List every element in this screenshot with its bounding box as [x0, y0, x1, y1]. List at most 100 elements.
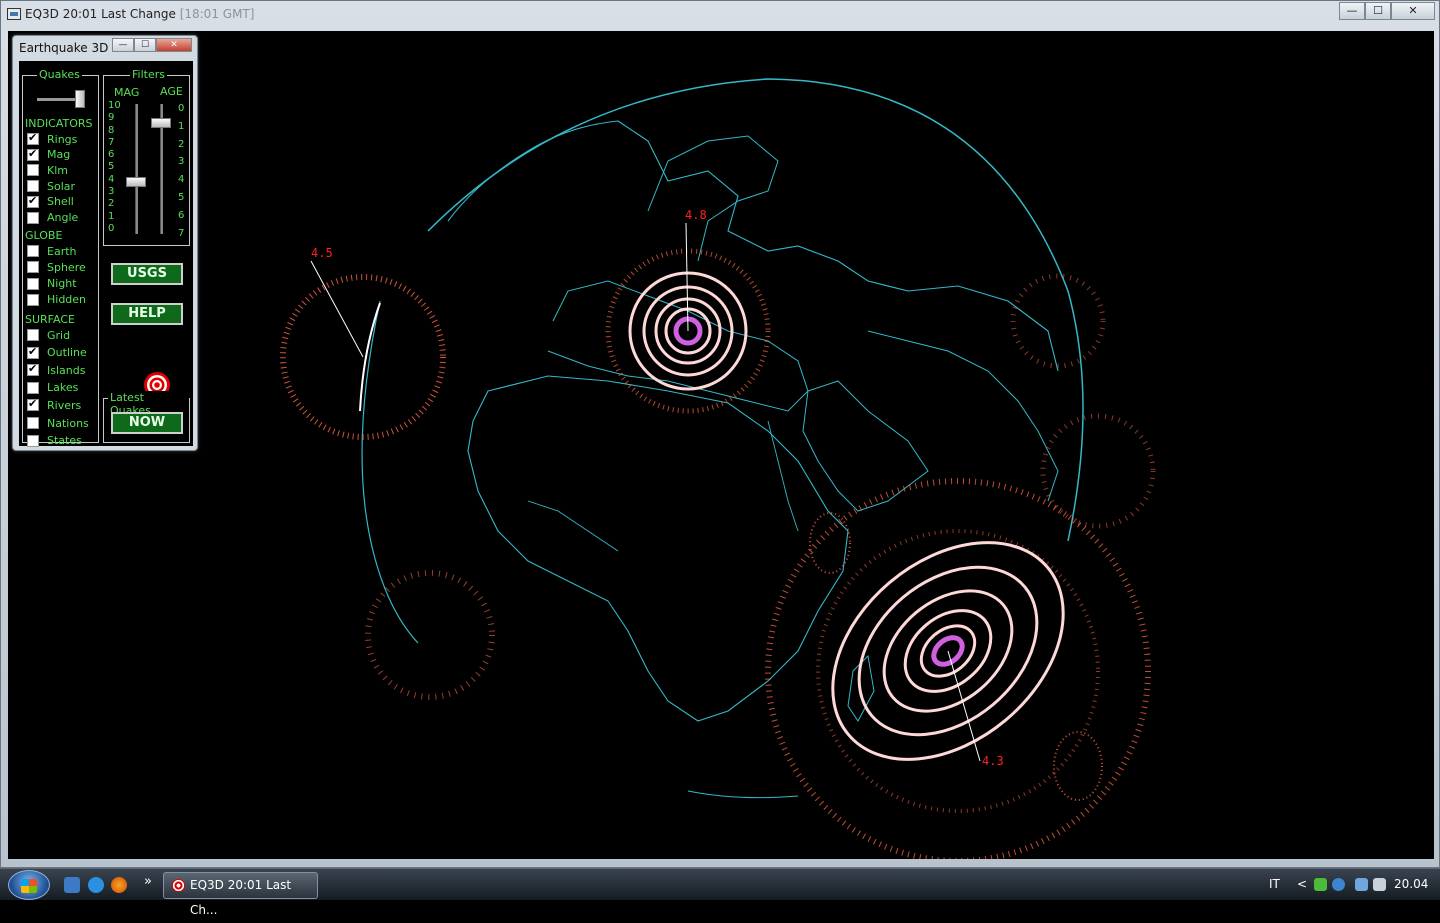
help-button[interactable]: HELP: [111, 303, 183, 325]
eq3d-task-icon: [172, 879, 185, 892]
age-scale-tick: 0: [178, 103, 185, 114]
shell-side-east: [1053, 731, 1103, 801]
taskbar-button-eq3d[interactable]: EQ3D 20:01 Last Ch...: [163, 872, 318, 917]
quakes-slider-thumb[interactable]: [75, 90, 86, 108]
indicator-klm-checkbox[interactable]: [27, 164, 39, 177]
quakes-group-label: Quakes: [37, 68, 82, 81]
globe-night-row[interactable]: Night: [27, 277, 77, 291]
globe-limb-west: [361, 300, 419, 644]
show-desktop-icon[interactable]: [64, 877, 80, 893]
firefox-icon[interactable]: [111, 877, 127, 893]
age-scale-tick: 6: [178, 209, 185, 221]
surface-states-checkbox[interactable]: [27, 434, 39, 447]
surface-states-row[interactable]: States: [27, 434, 82, 448]
mag-label-europe: 4.8: [685, 208, 707, 222]
coastline-europe: [447, 120, 1059, 372]
globe-viewport[interactable]: 4.8 4.5 4.3: [8, 31, 1434, 859]
panel-minimize-button[interactable]: —: [112, 38, 134, 52]
surface-rivers-label: Rivers: [47, 398, 82, 412]
taskbar: » EQ3D 20:01 Last Ch... IT < 20.04: [0, 868, 1440, 917]
panel-close-button[interactable]: ✕: [156, 38, 192, 52]
mag-scale-tick: 9: [108, 112, 115, 124]
indicator-solar-label: Solar: [47, 179, 76, 193]
globe-night-checkbox[interactable]: [27, 277, 39, 290]
surface-outline-checkbox[interactable]: [27, 345, 39, 359]
indicator-solar-row[interactable]: Solar: [27, 179, 75, 193]
close-button[interactable]: ✕: [1391, 2, 1435, 20]
mag-scale-tick: 3: [108, 186, 115, 198]
globe-hidden-checkbox[interactable]: [27, 293, 39, 306]
globe-sphere-checkbox[interactable]: [27, 261, 39, 274]
surface-rivers-row[interactable]: Rivers: [27, 397, 82, 412]
windows-logo-icon: [21, 879, 37, 893]
panel-caption-buttons: — ☐ ✕: [112, 38, 192, 52]
update-tray-icon[interactable]: [1332, 878, 1345, 891]
minimize-button[interactable]: —: [1339, 2, 1365, 20]
age-scale-tick: 3: [178, 156, 185, 168]
indicator-angle-row[interactable]: Angle: [27, 211, 78, 225]
indicator-rings-row[interactable]: Rings: [27, 131, 77, 146]
title-bar[interactable]: EQ3D 20:01 Last Change [18:01 GMT] — ☐ ✕: [1, 1, 1440, 29]
mag-scale-tick: 0: [108, 222, 115, 234]
security-tray-icon[interactable]: [1314, 878, 1327, 891]
shell-east-lower: [1040, 413, 1156, 529]
surface-rivers-checkbox[interactable]: [27, 397, 39, 412]
mag-label: MAG: [114, 86, 140, 99]
mag-slider-thumb[interactable]: [126, 177, 146, 187]
indicator-angle-label: Angle: [47, 211, 79, 224]
indicator-mag-label: Mag: [47, 148, 71, 162]
indicator-klm-row[interactable]: Klm: [27, 163, 68, 177]
start-button[interactable]: [8, 870, 50, 900]
globe-sphere-label: Sphere: [47, 260, 86, 274]
surface-lakes-checkbox[interactable]: [27, 381, 39, 394]
surface-grid-row[interactable]: Grid: [27, 328, 70, 342]
surface-islands-label: Islands: [47, 363, 86, 377]
control-panel: Earthquake 3D — ☐ ✕ Quakes INDICATORS Ri…: [12, 35, 198, 451]
panel-title: Earthquake 3D: [19, 41, 109, 55]
surface-islands-row[interactable]: Islands: [27, 362, 86, 377]
age-scale-tick: 1: [178, 120, 185, 132]
surface-grid-label: Grid: [47, 328, 71, 342]
indicator-shell-checkbox[interactable]: [27, 194, 39, 208]
indicator-angle-checkbox[interactable]: [27, 211, 39, 224]
mag-scale-tick: 4: [108, 173, 115, 185]
maximize-button[interactable]: ☐: [1365, 2, 1391, 20]
surface-nations-checkbox[interactable]: [27, 417, 39, 429]
coastline-arabia: [802, 380, 929, 512]
surface-outline-label: Outline: [47, 346, 87, 360]
now-button[interactable]: NOW: [111, 412, 183, 434]
clock[interactable]: 20.04: [1394, 877, 1428, 891]
surface-nations-row[interactable]: Nations: [27, 416, 89, 430]
surface-islands-checkbox[interactable]: [27, 362, 39, 377]
mag-slider-track[interactable]: [135, 104, 138, 234]
globe-earth-label: Earth: [47, 244, 77, 258]
quick-launch-more-icon[interactable]: »: [144, 874, 152, 889]
indicator-klm-label: Klm: [47, 163, 68, 177]
surface-lakes-row[interactable]: Lakes: [27, 381, 78, 395]
usgs-button[interactable]: USGS: [111, 263, 183, 285]
language-indicator[interactable]: IT: [1269, 877, 1280, 891]
globe-earth-row[interactable]: Earth: [27, 244, 77, 258]
globe-canvas[interactable]: 4.8 4.5 4.3: [8, 31, 1434, 859]
indicator-solar-checkbox[interactable]: [27, 180, 39, 193]
globe-hidden-row[interactable]: Hidden: [27, 293, 86, 307]
mag-label-indian-ocean: 4.3: [982, 754, 1004, 768]
globe-sphere-row[interactable]: Sphere: [27, 260, 86, 274]
indicator-shell-row[interactable]: Shell: [27, 194, 74, 209]
surface-label: SURFACE: [25, 313, 75, 326]
window-title: EQ3D 20:01 Last Change [18:01 GMT]: [25, 7, 254, 21]
volume-tray-icon[interactable]: [1373, 878, 1386, 891]
internet-explorer-icon[interactable]: [88, 877, 104, 893]
tray-expand-icon[interactable]: <: [1297, 877, 1307, 891]
age-slider-thumb[interactable]: [151, 117, 171, 128]
caption-buttons: — ☐ ✕: [1339, 2, 1435, 20]
panel-maximize-button[interactable]: ☐: [134, 38, 156, 52]
app-icon[interactable]: [7, 8, 21, 20]
globe-earth-checkbox[interactable]: [27, 245, 39, 257]
indicator-mag-row[interactable]: Mag: [27, 147, 71, 162]
network-tray-icon[interactable]: [1355, 878, 1368, 891]
surface-grid-checkbox[interactable]: [27, 329, 39, 341]
indicator-mag-checkbox[interactable]: [27, 147, 39, 161]
indicator-rings-checkbox[interactable]: [27, 131, 39, 145]
surface-outline-row[interactable]: Outline: [27, 345, 87, 360]
